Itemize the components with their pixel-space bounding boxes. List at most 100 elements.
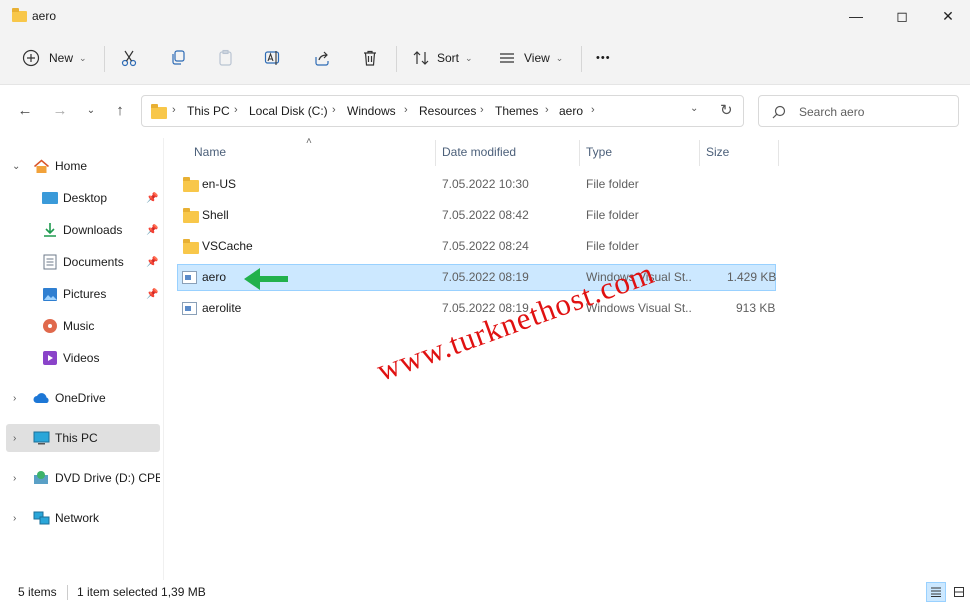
column-header-size[interactable]: Size [706, 145, 729, 159]
desktop-icon [42, 192, 58, 204]
sidebar-item-music[interactable]: Music [6, 312, 160, 340]
view-label: View [524, 51, 550, 65]
column-header-date[interactable]: Date modified [442, 145, 516, 159]
pin-icon: 📌 [146, 256, 159, 268]
chevron-right-icon: › [13, 432, 17, 444]
file-row[interactable]: VSCache 7.05.2022 08:24 File folder [177, 233, 776, 260]
file-row[interactable]: en-US 7.05.2022 10:30 File folder [177, 171, 776, 198]
breadcrumb-separator: › [172, 104, 176, 116]
file-date: 7.05.2022 08:24 [442, 239, 529, 253]
details-view-button[interactable] [926, 582, 946, 602]
close-icon: ✕ [942, 8, 954, 24]
sidebar-item-downloads[interactable]: Downloads 📌 [6, 216, 160, 244]
address-bar[interactable]: › This PC › Local Disk (C:) › Windows › … [141, 95, 744, 127]
folder-icon [151, 104, 167, 119]
tiles-view-button[interactable] [950, 582, 968, 602]
column-divider[interactable] [435, 140, 436, 166]
sidebar-item-home[interactable]: ⌄ Home [6, 152, 160, 180]
more-options-button[interactable]: ••• [596, 44, 611, 72]
breadcrumb-local-disk[interactable]: Local Disk (C:) [249, 104, 328, 118]
theme-file-icon [182, 271, 197, 284]
document-icon [43, 254, 57, 270]
sidebar-item-label: Documents [63, 255, 124, 269]
more-icon: ••• [596, 52, 611, 64]
file-name: VSCache [202, 239, 253, 253]
file-row[interactable]: Shell 7.05.2022 08:42 File folder [177, 202, 776, 229]
arrow-right-icon: → [52, 102, 68, 119]
arrow-left-icon: ← [17, 102, 33, 119]
theme-file-icon [182, 302, 197, 315]
breadcrumb-separator: › [591, 104, 595, 116]
address-history-chevron-icon[interactable]: ⌄ [690, 103, 698, 114]
sidebar-item-network[interactable]: › Network [6, 504, 160, 532]
up-button[interactable]: ↑ [107, 96, 133, 126]
column-divider[interactable] [778, 140, 779, 166]
file-size: 1.429 KB [727, 270, 777, 284]
green-arrow-icon [244, 268, 288, 290]
breadcrumb-windows[interactable]: Windows [347, 104, 396, 118]
breadcrumb-aero[interactable]: aero [559, 104, 583, 118]
chevron-down-icon: ⌄ [86, 105, 96, 116]
file-type: File folder [586, 177, 639, 191]
sidebar-item-dvd-drive[interactable]: › DVD Drive (D:) CPBA [6, 464, 160, 492]
status-bar: 5 items 1 item selected 1,39 MB [0, 580, 970, 604]
pictures-icon [43, 287, 57, 301]
breadcrumb-separator: › [332, 104, 336, 116]
sidebar-item-pictures[interactable]: Pictures 📌 [6, 280, 160, 308]
sidebar-item-label: Videos [63, 351, 100, 365]
sort-button[interactable]: Sort ⌄ [412, 44, 473, 72]
sort-ascending-icon: ˄ [306, 136, 312, 147]
share-button[interactable] [313, 44, 331, 72]
new-button[interactable]: New ⌄ [22, 44, 87, 72]
sidebar-item-label: OneDrive [55, 391, 106, 405]
pane-divider [163, 138, 164, 580]
column-divider[interactable] [579, 140, 580, 166]
breadcrumb-separator: › [404, 104, 408, 116]
recent-locations-button[interactable]: ⌄ [78, 96, 104, 126]
sidebar-item-this-pc[interactable]: › This PC [6, 424, 160, 452]
sidebar-item-videos[interactable]: Videos [6, 344, 160, 372]
search-placeholder: Search aero [799, 105, 865, 119]
rename-button[interactable] [264, 44, 282, 72]
cloud-icon [33, 393, 49, 403]
breadcrumb-themes[interactable]: Themes [495, 104, 538, 118]
chevron-right-icon: › [13, 512, 17, 524]
dvd-drive-icon [34, 471, 48, 484]
maximize-button[interactable]: ◻ [879, 0, 925, 32]
close-button[interactable]: ✕ [925, 0, 970, 32]
folder-icon [183, 239, 199, 254]
title-bar [0, 0, 970, 32]
back-button[interactable]: ← [12, 96, 38, 126]
navigation-pane: ⌄ Home Desktop 📌 Downloads 📌 Documents 📌… [0, 138, 163, 578]
column-header-type[interactable]: Type [586, 145, 612, 159]
chevron-down-icon: ⌄ [465, 52, 473, 63]
minimize-button[interactable]: — [833, 0, 879, 32]
sort-icon [413, 51, 429, 65]
paste-button[interactable] [217, 44, 235, 72]
home-icon [34, 159, 49, 173]
toolbar-divider [581, 46, 582, 72]
videos-icon [43, 351, 57, 365]
music-icon [43, 319, 57, 333]
refresh-icon[interactable]: ↻ [720, 101, 733, 119]
file-name: aerolite [202, 301, 242, 315]
sidebar-item-documents[interactable]: Documents 📌 [6, 248, 160, 276]
search-box[interactable]: Search aero [758, 95, 959, 127]
pin-icon: 📌 [146, 288, 159, 300]
trash-icon [364, 50, 376, 66]
delete-button[interactable] [361, 44, 379, 72]
cut-button[interactable] [120, 44, 138, 72]
view-button[interactable]: View ⌄ [498, 44, 563, 72]
arrow-up-icon: ↑ [116, 102, 124, 119]
paste-icon [219, 49, 232, 66]
forward-button[interactable]: → [47, 96, 73, 126]
sidebar-item-desktop[interactable]: Desktop 📌 [6, 184, 160, 212]
breadcrumb-this-pc[interactable]: This PC [187, 104, 230, 118]
sidebar-item-label: This PC [55, 431, 98, 445]
copy-button[interactable] [169, 44, 187, 72]
sidebar-item-onedrive[interactable]: › OneDrive [6, 384, 160, 412]
breadcrumb-resources[interactable]: Resources [419, 104, 476, 118]
pin-icon: 📌 [146, 224, 159, 236]
column-divider[interactable] [699, 140, 700, 166]
column-header-name[interactable]: Name [194, 145, 226, 159]
